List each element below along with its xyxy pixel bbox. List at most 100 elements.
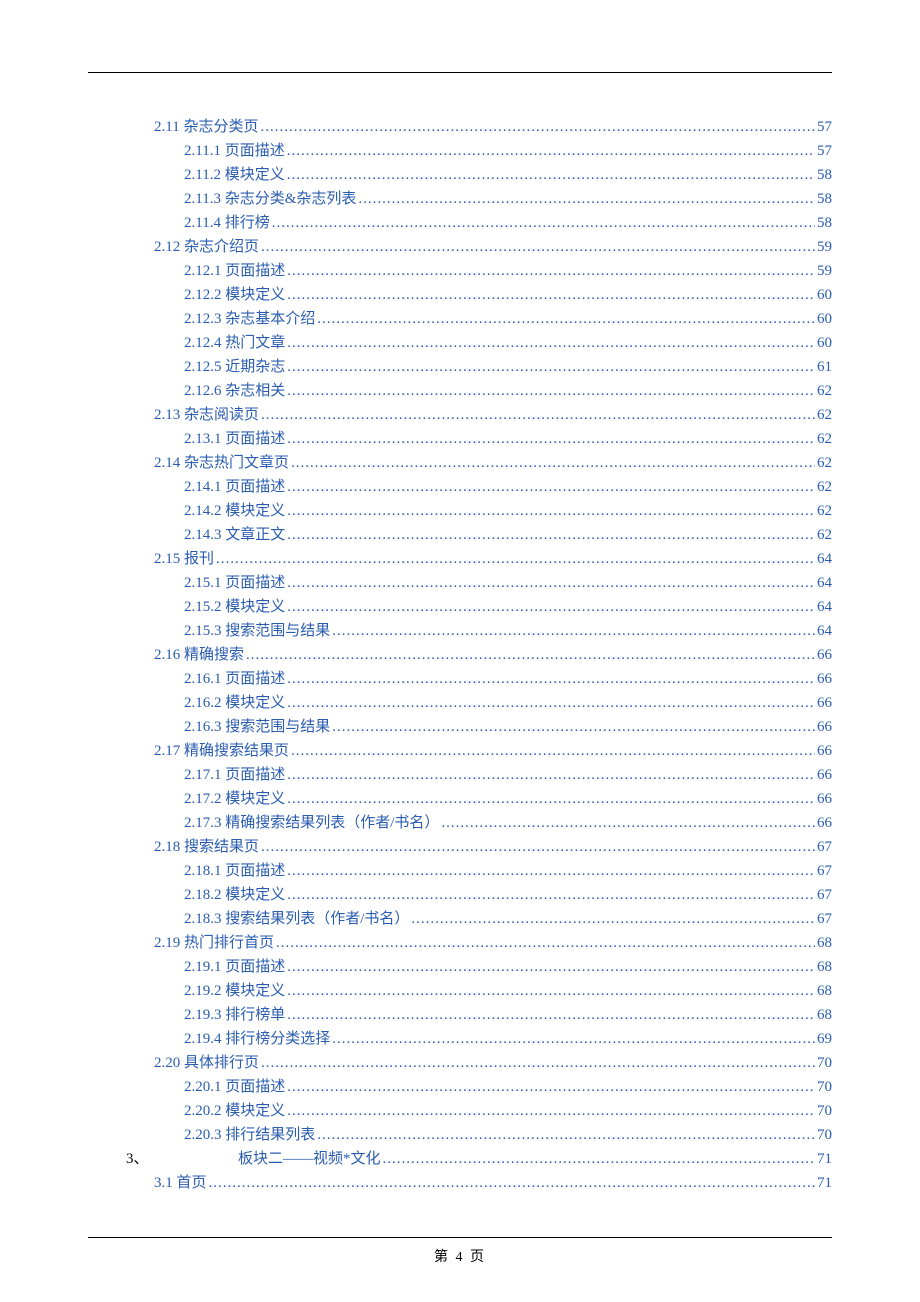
toc-entry: 2.11 杂志分类页 57 xyxy=(126,115,832,139)
toc-entry-label[interactable]: 2.20.2 模块定义 xyxy=(184,1099,285,1123)
toc-leader-dots xyxy=(332,715,815,739)
toc-entry: 2.14.2 模块定义62 xyxy=(126,499,832,523)
toc-entry-label[interactable]: 2.14.2 模块定义 xyxy=(184,499,285,523)
toc-entry-label[interactable]: 2.18.1 页面描述 xyxy=(184,859,285,883)
toc-entry: 2.12.3 杂志基本介绍60 xyxy=(126,307,832,331)
toc-page-number: 62 xyxy=(817,523,832,547)
toc-chapter-number: 3、 xyxy=(126,1147,238,1171)
toc-entry-label[interactable]: 2.19.2 模块定义 xyxy=(184,979,285,1003)
toc-entry-label[interactable]: 2.15.2 模块定义 xyxy=(184,595,285,619)
toc-entry-label[interactable]: 2.16 精确搜索 xyxy=(154,643,244,667)
toc-entry-label[interactable]: 2.16.2 模块定义 xyxy=(184,691,285,715)
toc-leader-dots xyxy=(332,1027,815,1051)
document-page: 2.11 杂志分类页572.11.1 页面描述572.11.2 模块定义582.… xyxy=(0,0,920,1302)
toc-entry-label[interactable]: 2.11.1 页面描述 xyxy=(184,139,285,163)
toc-leader-dots xyxy=(276,931,815,955)
toc-entry-label[interactable]: 2.12.5 近期杂志 xyxy=(184,355,285,379)
toc-leader-dots xyxy=(332,619,815,643)
toc-leader-dots xyxy=(287,763,815,787)
toc-leader-dots xyxy=(272,211,815,235)
toc-entry-label[interactable]: 2.11.4 排行榜 xyxy=(184,211,270,235)
toc-leader-dots xyxy=(287,283,815,307)
toc-entry-label[interactable]: 3.1 首页 xyxy=(154,1171,207,1195)
toc-entry-label[interactable]: 2.12.2 模块定义 xyxy=(184,283,285,307)
toc-entry: 2.20.2 模块定义 70 xyxy=(126,1099,832,1123)
toc-entry-label[interactable]: 2.19.3 排行榜单 xyxy=(184,1003,285,1027)
toc-page-number: 70 xyxy=(817,1051,832,1075)
toc-entry-label[interactable]: 2.16.3 搜索范围与结果 xyxy=(184,715,330,739)
toc-leader-dots xyxy=(287,691,815,715)
toc-entry-label[interactable]: 2.12 杂志介绍页 xyxy=(154,235,259,259)
toc-entry-label[interactable]: 2.18.3 搜索结果列表（作者/书名） xyxy=(184,907,409,931)
toc-entry: 2.17.3 精确搜索结果列表（作者/书名） 66 xyxy=(126,811,832,835)
toc-leader-dots xyxy=(246,643,815,667)
toc-entry-label[interactable]: 2.12.6 杂志相关 xyxy=(184,379,285,403)
toc-entry-label[interactable]: 2.17.1 页面描述 xyxy=(184,763,285,787)
toc-entry: 2.15.2 模块定义64 xyxy=(126,595,832,619)
toc-leader-dots xyxy=(287,139,815,163)
toc-chapter-title[interactable]: 板块二——视频*文化 xyxy=(238,1147,381,1171)
toc-leader-dots xyxy=(291,739,815,763)
toc-leader-dots xyxy=(287,475,815,499)
toc-entry: 2.18.1 页面描述67 xyxy=(126,859,832,883)
toc-entry: 2.11.4 排行榜58 xyxy=(126,211,832,235)
toc-entry-label[interactable]: 2.11 杂志分类页 xyxy=(154,115,258,139)
toc-page-number: 66 xyxy=(817,811,832,835)
bottom-horizontal-rule xyxy=(88,1237,832,1238)
toc-page-number: 68 xyxy=(817,931,832,955)
toc-entry-label[interactable]: 2.19 热门排行首页 xyxy=(154,931,274,955)
toc-leader-dots xyxy=(261,1051,815,1075)
toc-page-number: 62 xyxy=(817,451,832,475)
toc-entry-label[interactable]: 2.14 杂志热门文章页 xyxy=(154,451,289,475)
toc-entry-label[interactable]: 2.15 报刊 xyxy=(154,547,214,571)
toc-entry-label[interactable]: 2.15.3 搜索范围与结果 xyxy=(184,619,330,643)
toc-leader-dots xyxy=(287,859,815,883)
toc-leader-dots xyxy=(287,355,815,379)
toc-entry: 2.19.3 排行榜单68 xyxy=(126,1003,832,1027)
toc-page-number: 62 xyxy=(817,403,832,427)
toc-page-number: 70 xyxy=(817,1099,832,1123)
toc-entry-label[interactable]: 2.12.4 热门文章 xyxy=(184,331,285,355)
toc-page-number: 66 xyxy=(817,643,832,667)
toc-leader-dots xyxy=(287,1003,815,1027)
toc-entry-label[interactable]: 2.17.2 模块定义 xyxy=(184,787,285,811)
toc-entry-label[interactable]: 2.14.1 页面描述 xyxy=(184,475,285,499)
toc-leader-dots xyxy=(260,115,815,139)
toc-entry-label[interactable]: 2.11.3 杂志分类&杂志列表 xyxy=(184,187,356,211)
toc-entry-label[interactable]: 2.19.1 页面描述 xyxy=(184,955,285,979)
toc-leader-dots xyxy=(383,1147,815,1171)
toc-entry-label[interactable]: 2.17.3 精确搜索结果列表（作者/书名） xyxy=(184,811,439,835)
toc-entry: 2.16.3 搜索范围与结果66 xyxy=(126,715,832,739)
toc-page-number: 62 xyxy=(817,379,832,403)
toc-entry-label[interactable]: 2.12.3 杂志基本介绍 xyxy=(184,307,315,331)
toc-entry-label[interactable]: 2.17 精确搜索结果页 xyxy=(154,739,289,763)
toc-entry: 3.1 首页 71 xyxy=(126,1171,832,1195)
toc-entry-label[interactable]: 2.12.1 页面描述 xyxy=(184,259,285,283)
toc-entry-label[interactable]: 2.13.1 页面描述 xyxy=(184,427,285,451)
toc-entry-label[interactable]: 2.20 具体排行页 xyxy=(154,1051,259,1075)
toc-entry: 2.15.1 页面描述64 xyxy=(126,571,832,595)
toc-entry-label[interactable]: 2.14.3 文章正文 xyxy=(184,523,285,547)
toc-entry-label[interactable]: 2.18.2 模块定义 xyxy=(184,883,285,907)
toc-page-number: 66 xyxy=(817,763,832,787)
toc-leader-dots xyxy=(261,835,815,859)
toc-page-number: 57 xyxy=(817,115,832,139)
toc-entry-label[interactable]: 2.13 杂志阅读页 xyxy=(154,403,259,427)
toc-entry-label[interactable]: 2.20.3 排行结果列表 xyxy=(184,1123,315,1147)
toc-entry-label[interactable]: 2.16.1 页面描述 xyxy=(184,667,285,691)
toc-entry-label[interactable]: 2.19.4 排行榜分类选择 xyxy=(184,1027,330,1051)
toc-leader-dots xyxy=(287,787,815,811)
toc-leader-dots xyxy=(209,1171,815,1195)
toc-entry-label[interactable]: 2.20.1 页面描述 xyxy=(184,1075,285,1099)
toc-page-number: 64 xyxy=(817,547,832,571)
toc-page-number: 57 xyxy=(817,139,832,163)
toc-entry: 2.14 杂志热门文章页 62 xyxy=(126,451,832,475)
toc-entry-label[interactable]: 2.11.2 模块定义 xyxy=(184,163,285,187)
toc-leader-dots xyxy=(287,163,815,187)
toc-page-number: 71 xyxy=(817,1171,832,1195)
toc-leader-dots xyxy=(287,595,815,619)
toc-entry: 2.13.1 页面描述62 xyxy=(126,427,832,451)
toc-entry-label[interactable]: 2.15.1 页面描述 xyxy=(184,571,285,595)
toc-entry: 2.20.1 页面描述70 xyxy=(126,1075,832,1099)
toc-entry-label[interactable]: 2.18 搜索结果页 xyxy=(154,835,259,859)
